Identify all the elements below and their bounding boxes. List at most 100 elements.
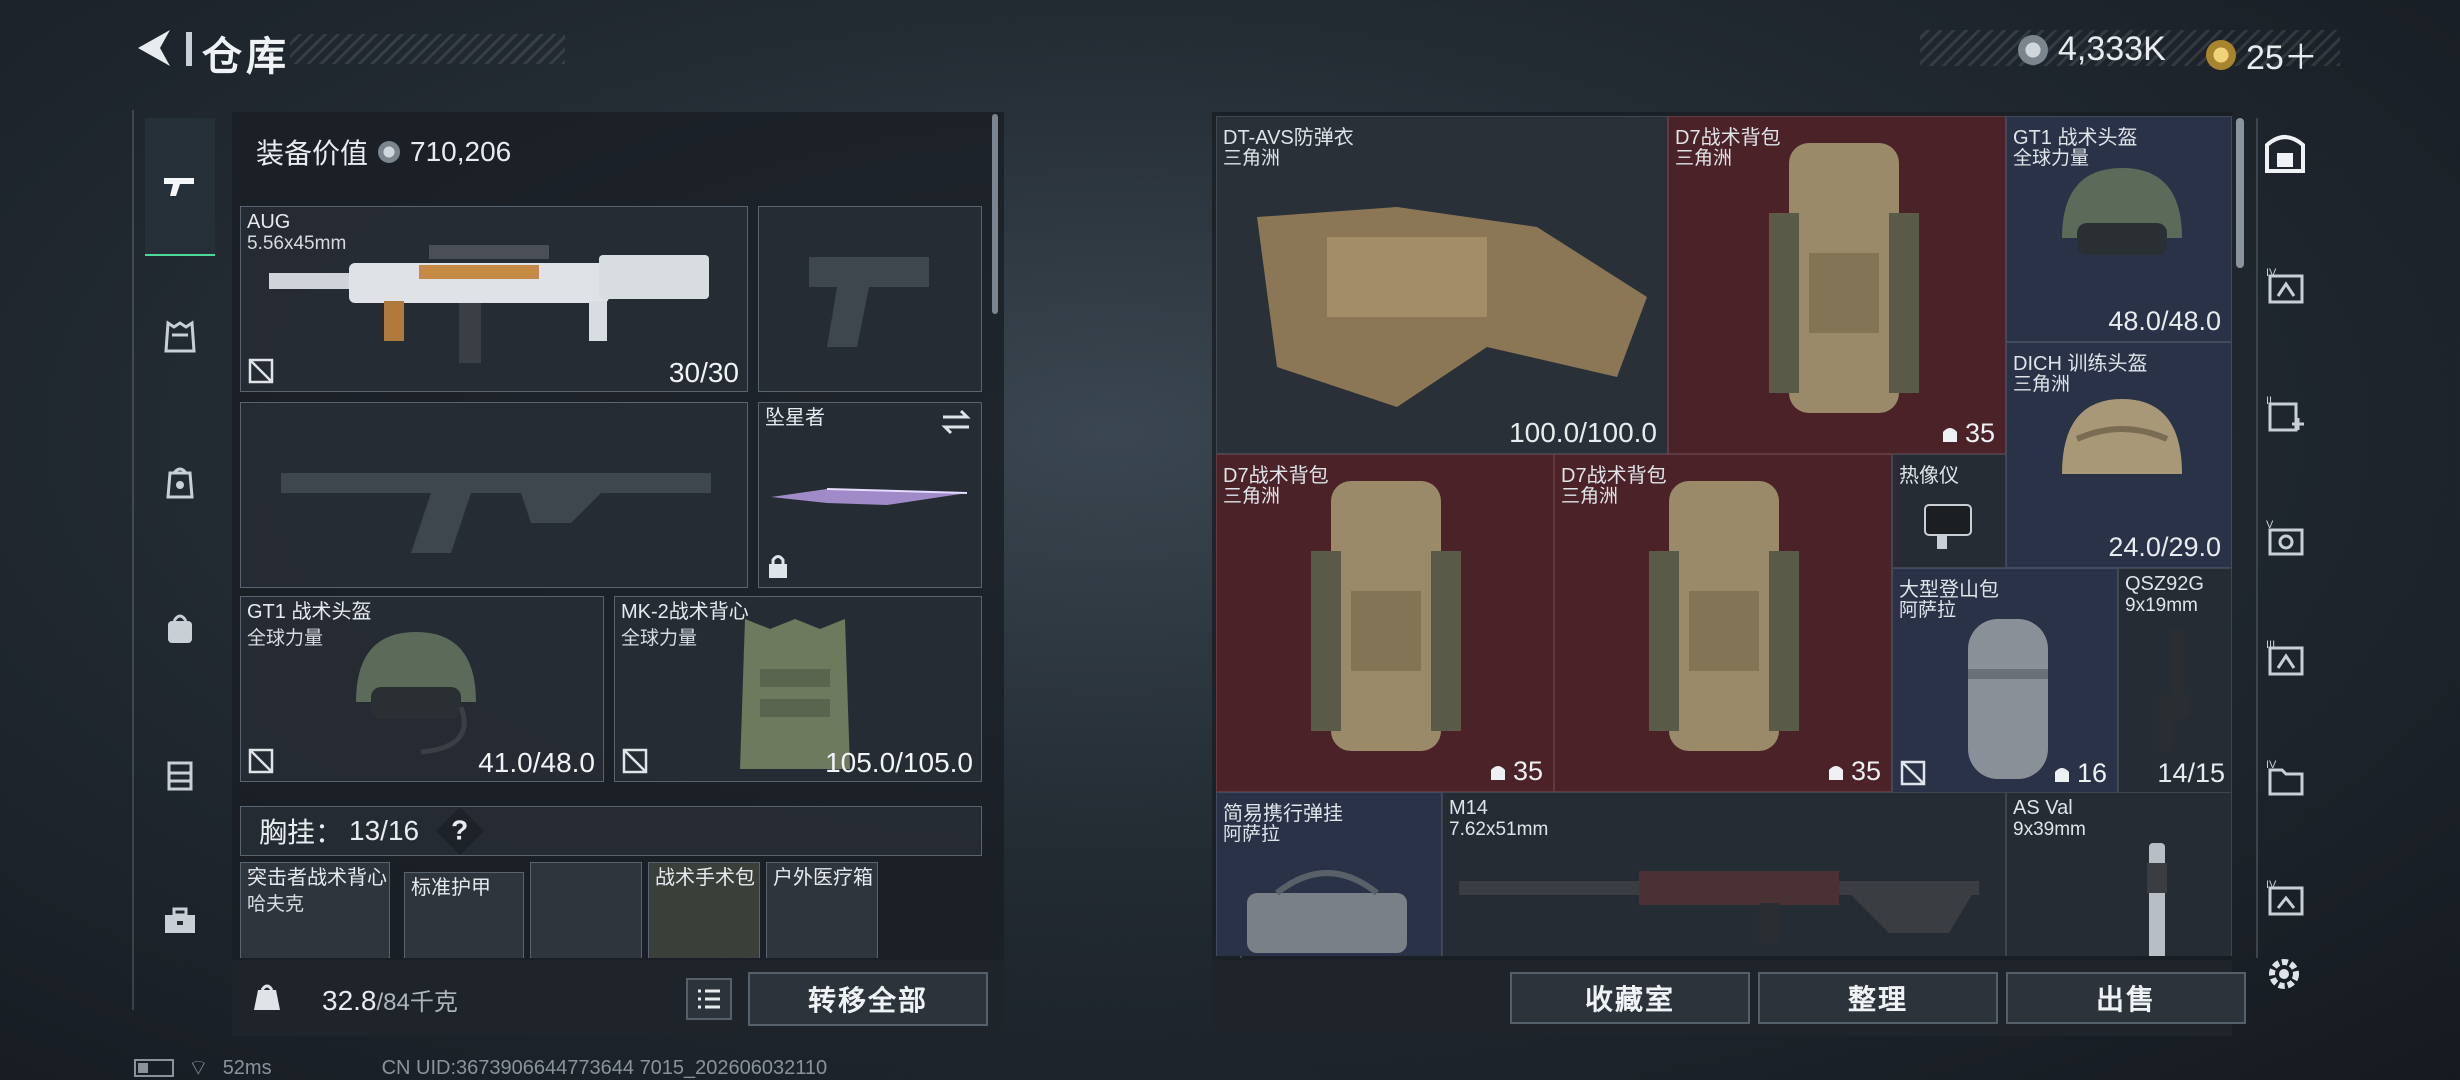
item-sub: 三角洲 xyxy=(1675,148,1733,169)
rig-item[interactable]: 户外医疗箱 xyxy=(766,862,878,958)
weight-text: 32.8/84千克 xyxy=(322,982,458,1017)
rig-item-sub: 哈夫克 xyxy=(247,894,305,915)
item-slot-count: 35 xyxy=(1489,756,1543,787)
pistol-placeholder-icon xyxy=(809,257,929,347)
uid-text: CN UID:3673906644773644 7015_20260603211… xyxy=(381,1056,828,1079)
nav-backpack-top-tab[interactable] xyxy=(145,448,215,518)
vest-name: MK-2战术背心 xyxy=(621,601,749,623)
secondary-weapon-slot[interactable] xyxy=(240,402,748,588)
toolbox-icon xyxy=(165,907,195,933)
medical-case-button[interactable]: II xyxy=(2262,392,2308,438)
armor-vest-icon xyxy=(1257,207,1647,407)
storage-item[interactable]: D7战术背包 三角洲 35 xyxy=(1668,116,2006,454)
no-insure-icon xyxy=(622,748,648,774)
safe-box-button[interactable] xyxy=(2262,130,2308,176)
swap-icon[interactable] xyxy=(939,409,973,435)
item-sub: 9x19mm xyxy=(2125,595,2198,616)
chest-rig-label: 胸挂： xyxy=(259,817,344,848)
svg-text:IV: IV xyxy=(2266,879,2277,891)
rig-item[interactable]: 标准护甲 xyxy=(404,872,524,958)
title-divider xyxy=(186,32,192,66)
equip-value-amount: 710,206 xyxy=(410,136,512,167)
chest-rig-icon xyxy=(167,761,193,791)
organize-button[interactable]: 整理 xyxy=(1758,972,1998,1024)
case-button[interactable]: IV xyxy=(2262,264,2308,310)
primary-weapon-slot[interactable]: AUG 5.56x45mm 30/30 xyxy=(240,206,748,392)
storage-item[interactable]: 简易携行弹挂 阿萨拉 xyxy=(1216,792,1442,956)
vest-durability: 105.0/105.0 xyxy=(825,747,973,778)
equip-value: 装备价值 710,206 xyxy=(256,132,511,172)
storage-item[interactable]: D7战术背包 三角洲 35 xyxy=(1216,454,1554,792)
storage-item[interactable]: 热像仪 xyxy=(1892,454,2006,568)
case-button[interactable]: V xyxy=(2262,516,2308,562)
back-button[interactable] xyxy=(130,24,178,72)
transfer-all-button[interactable]: 转移全部 xyxy=(748,972,988,1026)
item-sub: 9x39mm xyxy=(2013,819,2086,840)
storage-scrollbar[interactable] xyxy=(2236,118,2244,268)
vest-faction: 全球力量 xyxy=(621,628,698,649)
svg-text:II: II xyxy=(2266,395,2272,407)
coin-icon xyxy=(378,141,401,163)
nav-armor-tab[interactable] xyxy=(145,302,215,372)
rig-item[interactable]: 突击者战术背心 哈夫克 xyxy=(240,862,390,958)
storage-item[interactable]: M14 7.62x51mm xyxy=(1442,792,2006,956)
storage-item[interactable]: GT1 战术头盔 全球力量 48.0/48.0 xyxy=(2006,116,2232,342)
storage-item[interactable]: QSZ92G 9x19mm 14/15 xyxy=(2118,568,2232,794)
svg-text:IV: IV xyxy=(2266,759,2277,771)
storage-item[interactable]: DICH 训练头盔 三角洲 24.0/29.0 xyxy=(2006,342,2232,568)
item-sub: 三角洲 xyxy=(1223,148,1281,169)
back-arrow-icon xyxy=(138,30,170,66)
folder-button[interactable]: IV xyxy=(2262,756,2308,802)
backpack-icon xyxy=(1769,143,1919,413)
rig-item-name: 战术手术包 xyxy=(655,867,755,889)
loadout-scrollbar[interactable] xyxy=(992,114,998,314)
svg-text:III: III xyxy=(2266,639,2275,651)
helmet-slot[interactable]: GT1 战术头盔 全球力量 41.0/48.0 xyxy=(240,596,604,782)
tier-iii-case-icon: III xyxy=(2266,639,2304,676)
nav-backpack-tab[interactable] xyxy=(145,594,215,664)
no-insure-icon xyxy=(1900,760,1926,786)
nav-weapon-tab[interactable] xyxy=(145,118,215,256)
melee-slot[interactable]: 坠星者 xyxy=(758,402,982,588)
chest-rig-header[interactable]: 胸挂： 13/16 ? xyxy=(240,806,982,856)
helmet-icon xyxy=(2062,168,2182,255)
lock-icon xyxy=(769,555,787,578)
helmet-icon xyxy=(356,632,476,755)
page-title: 仓库 xyxy=(202,35,290,79)
rig-item[interactable]: 战术手术包 xyxy=(648,862,760,958)
standard-currency-value: 4,333K xyxy=(2058,30,2166,68)
case-button[interactable]: IV xyxy=(2262,876,2308,922)
pistol-icon xyxy=(164,178,194,196)
rig-items-row: 突击者战术背心 哈夫克 标准护甲 战术手术包 户外医疗箱 xyxy=(240,862,982,958)
equip-value-label: 装备价值 xyxy=(256,138,369,169)
item-name: M14 xyxy=(1449,797,1488,819)
storage-item[interactable]: D7战术背包 三角洲 35 xyxy=(1554,454,1892,792)
no-insure-icon xyxy=(248,358,274,384)
case-button[interactable]: III xyxy=(2262,636,2308,682)
vest-slot[interactable]: MK-2战术背心 全球力量 105.0/105.0 xyxy=(614,596,982,782)
sidearm-slot[interactable] xyxy=(758,206,982,392)
nav-toolbox-tab[interactable] xyxy=(145,886,215,956)
storage-item[interactable]: AS Val 9x39mm xyxy=(2006,792,2232,956)
storage-item[interactable]: DT-AVS防弹衣 三角洲 100.0/100.0 xyxy=(1216,116,1668,454)
item-sub: 7.62x51mm xyxy=(1449,819,1549,840)
currency-standard[interactable]: 4,333K xyxy=(2018,30,2166,69)
nav-rig-tab[interactable] xyxy=(145,740,215,810)
tier-ii-medical-icon: II xyxy=(2266,395,2304,432)
item-name: AS Val xyxy=(2013,797,2073,819)
collection-room-button[interactable]: 收藏室 xyxy=(1510,972,1750,1024)
svg-text:IV: IV xyxy=(2266,267,2277,279)
list-icon xyxy=(698,989,720,1009)
weight-icon xyxy=(254,984,280,1010)
sell-button[interactable]: 出售 xyxy=(2006,972,2246,1024)
item-slot-count: 35 xyxy=(1827,756,1881,787)
help-icon[interactable]: ? xyxy=(436,806,485,856)
settings-icon xyxy=(2269,959,2299,989)
currency-premium[interactable]: 25＋ xyxy=(2206,30,2318,79)
list-view-button[interactable] xyxy=(686,978,732,1020)
no-insure-icon xyxy=(248,748,274,774)
tier-iv-folder-icon: IV xyxy=(2266,759,2304,796)
rig-item[interactable] xyxy=(530,862,642,958)
settings-button[interactable] xyxy=(2262,952,2308,998)
storage-item[interactable]: 大型登山包 阿萨拉 16 xyxy=(1892,568,2118,794)
